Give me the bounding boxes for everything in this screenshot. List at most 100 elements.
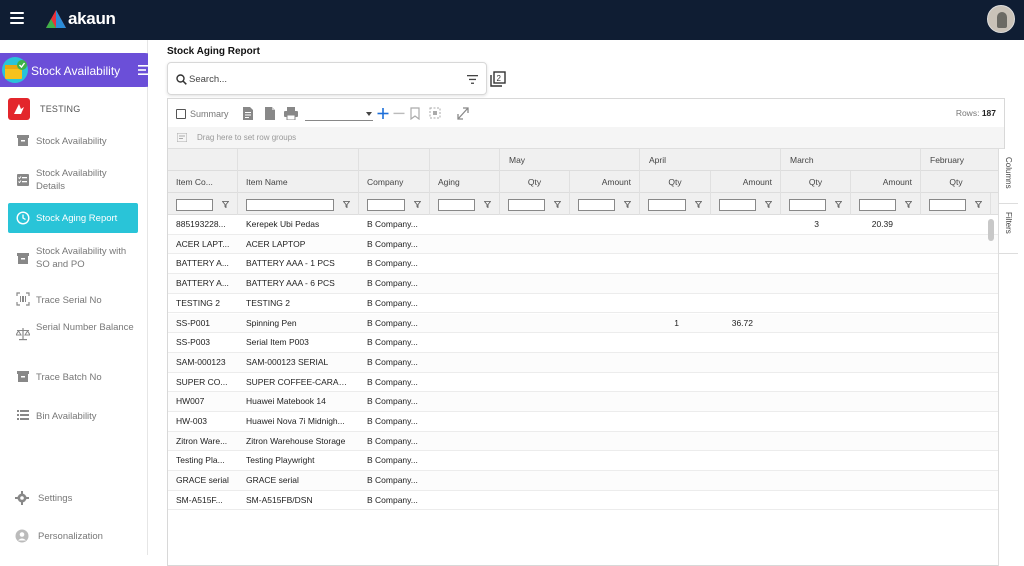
summary-checkbox[interactable] <box>176 109 186 119</box>
side-tool-panel: Columns Filters <box>998 149 1018 566</box>
table-row[interactable]: Zitron Ware... Zitron Warehouse Storage B … <box>168 431 998 452</box>
nav-item-trace-batch-no[interactable]: Trace Batch No <box>8 366 138 388</box>
user-avatar[interactable] <box>987 5 1015 33</box>
nav-item-stock-aging-report[interactable]: Stock Aging Report <box>8 203 138 233</box>
org-selector[interactable]: TESTING <box>8 98 80 120</box>
table-row[interactable]: SUPER CO... SUPER COFFEE-CARAM... B Compan… <box>168 372 998 393</box>
remove-icon[interactable] <box>393 107 405 120</box>
table-row[interactable]: ACER LAPT... ACER LAPTOP B Company... <box>168 234 998 255</box>
header-group-february[interactable]: February <box>921 149 998 171</box>
nav-item-serial-number-balance[interactable]: Serial Number Balance <box>8 320 138 348</box>
column-filter-input[interactable] <box>176 199 213 211</box>
nav-item-stock-availability[interactable]: Stock Availability <box>8 130 138 152</box>
column-filter-input[interactable] <box>438 199 475 211</box>
document-icon[interactable] <box>242 107 254 120</box>
column-filter-input[interactable] <box>367 199 405 211</box>
column-filter-input[interactable] <box>929 199 966 211</box>
column-header-april-qty[interactable]: Qty <box>640 171 711 193</box>
select-area-icon[interactable] <box>429 107 441 120</box>
module-header[interactable]: Stock Availability <box>0 53 162 87</box>
hamburger-menu-icon[interactable] <box>10 12 24 24</box>
box-icon <box>17 253 29 264</box>
table-row[interactable]: Testing Pla... Testing Playwright B Compan… <box>168 451 998 472</box>
column-header-aging[interactable]: Aging <box>430 171 500 193</box>
cell-code: 885193228... <box>176 219 226 229</box>
table-row[interactable]: BATTERY A... BATTERY AAA - 1 PCS B Company… <box>168 254 998 275</box>
search-input[interactable] <box>189 72 459 86</box>
table-row[interactable]: HW-003 Huawei Nova 7i Midnigh... B Company… <box>168 412 998 432</box>
table-row[interactable]: SM-A515F... SM-A515FB/DSN B Company... <box>168 490 998 511</box>
column-header-company[interactable]: Company <box>359 171 430 193</box>
table-row[interactable]: BATTERY A... BATTERY AAA - 6 PCS B Company… <box>168 274 998 294</box>
column-header-item-name[interactable]: Item Name <box>238 171 359 193</box>
header-filter-row <box>168 193 998 215</box>
filter-funnel-icon[interactable] <box>222 201 229 208</box>
column-header-april-amount[interactable]: Amount <box>711 171 781 193</box>
table-row[interactable]: HW007 Huawei Matebook 14 B Company... <box>168 392 998 412</box>
filter-funnel-icon[interactable] <box>765 201 772 208</box>
filter-funnel-icon[interactable] <box>554 201 561 208</box>
column-filter-input[interactable] <box>719 199 756 211</box>
tab-filters[interactable]: Filters <box>999 204 1018 254</box>
column-header-march-qty[interactable]: Qty <box>781 171 851 193</box>
cell-apr-amount: 36.72 <box>731 317 753 328</box>
layout-dropdown[interactable] <box>305 108 373 121</box>
add-icon[interactable] <box>377 107 389 120</box>
cell-company: B Company... <box>367 356 418 367</box>
filter-funnel-icon[interactable] <box>835 201 842 208</box>
org-logo-icon <box>8 98 30 120</box>
table-row[interactable]: GRACE serial GRACE serial B Company... <box>168 471 998 491</box>
table-row[interactable]: SS-P003 Serial Item P003 B Company... <box>168 333 998 353</box>
nav-item-bin-availability[interactable]: Bin Availability <box>8 405 138 427</box>
filter-funnel-icon[interactable] <box>905 201 912 208</box>
print-icon[interactable] <box>284 107 298 120</box>
cell-company: B Company... <box>367 435 418 446</box>
cell-name: Huawei Nova 7i Midnigh... <box>246 416 345 426</box>
nav-item-personalization[interactable]: Personalization <box>15 529 103 543</box>
column-header-may-amount[interactable]: Amount <box>570 171 640 193</box>
column-filter-input[interactable] <box>789 199 826 211</box>
app-logo[interactable]: akaun <box>46 9 116 29</box>
filter-lines-icon[interactable] <box>467 75 478 84</box>
tab-columns[interactable]: Columns <box>999 149 1018 204</box>
nav-item-stock-availability-details[interactable]: Stock Availability Details <box>8 166 138 194</box>
vertical-scrollbar[interactable] <box>988 219 994 241</box>
column-header-item-code[interactable]: Item Co... <box>168 171 238 193</box>
akaun-logo-icon <box>46 10 66 28</box>
column-filter-input[interactable] <box>508 199 545 211</box>
nav-item-settings[interactable]: Settings <box>15 491 72 505</box>
column-header-march-amount[interactable]: Amount <box>851 171 921 193</box>
filter-funnel-icon[interactable] <box>624 201 631 208</box>
org-name: TESTING <box>40 104 81 114</box>
column-filter-input[interactable] <box>648 199 686 211</box>
cell-company: B Company... <box>367 396 418 407</box>
filter-funnel-icon[interactable] <box>975 201 982 208</box>
column-header-may-qty[interactable]: Qty <box>500 171 570 193</box>
search-bar <box>167 62 487 95</box>
main-content: Stock Aging Report 2 Summary Rows: 187 D… <box>148 40 1024 566</box>
column-header-february-qty[interactable]: Qty <box>921 171 991 193</box>
column-filter-input[interactable] <box>578 199 615 211</box>
column-filter-input[interactable] <box>859 199 896 211</box>
header-group-may[interactable]: May <box>500 149 640 171</box>
header-group-march[interactable]: March <box>781 149 921 171</box>
table-row[interactable]: SAM-000123 SAM-000123 SERIAL B Company... <box>168 352 998 373</box>
filter-funnel-icon[interactable] <box>414 201 421 208</box>
header-group-april[interactable]: April <box>640 149 781 171</box>
table-row[interactable]: SS-P001 Spinning Pen B Company... 1 36.72 <box>168 313 998 334</box>
table-row[interactable]: TESTING 2 TESTING 2 B Company... <box>168 293 998 314</box>
row-group-drop-zone[interactable]: Drag here to set row groups <box>168 127 1004 149</box>
bookmark-icon[interactable] <box>409 107 421 120</box>
column-filter-input[interactable] <box>246 199 334 211</box>
copy-icon[interactable]: 2 <box>490 71 506 87</box>
cell-company: B Company... <box>367 337 418 348</box>
nav-item-trace-serial-no[interactable]: Trace Serial No <box>8 289 138 311</box>
nav-item-stock-availability-so-po[interactable]: Stock Availability with SO and PO <box>8 244 138 272</box>
filter-funnel-icon[interactable] <box>484 201 491 208</box>
filter-funnel-icon[interactable] <box>695 201 702 208</box>
expand-icon[interactable] <box>457 107 469 120</box>
cell-name: BATTERY AAA - 6 PCS <box>246 278 335 289</box>
table-row[interactable]: 885193228... Kerepek Ubi Pedas B Company..… <box>168 215 998 235</box>
file-icon[interactable] <box>264 107 276 120</box>
filter-funnel-icon[interactable] <box>343 201 350 208</box>
